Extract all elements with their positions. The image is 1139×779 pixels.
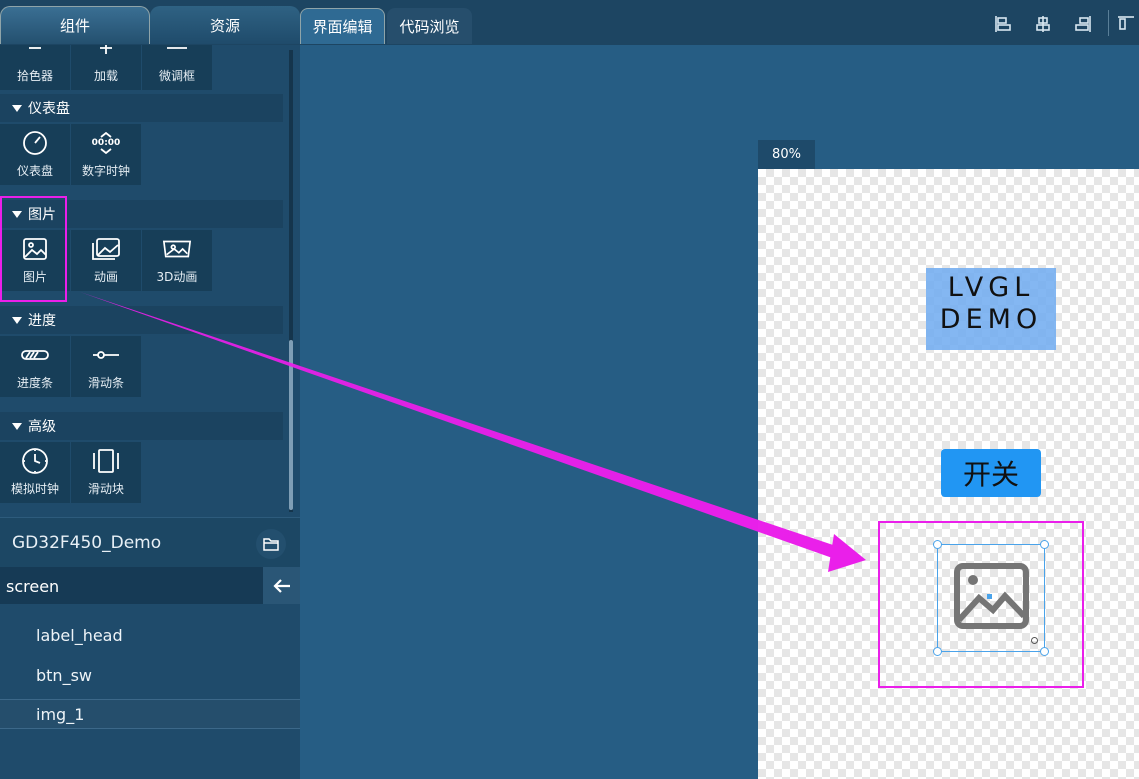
tree-item-btn-sw[interactable]: btn_sw: [0, 660, 300, 690]
canvas-label-head[interactable]: LVGL DEMO: [926, 268, 1056, 350]
align-left-button[interactable]: [989, 10, 1017, 38]
toolbar-divider: [1108, 10, 1109, 36]
widget-eyedropper[interactable]: 拾色器: [0, 45, 70, 90]
align-center-icon: [1036, 16, 1050, 32]
widget-label: 微调框: [158, 69, 195, 83]
widget-analog-clock[interactable]: 模拟时钟: [0, 442, 70, 503]
animation-icon: [91, 236, 121, 262]
widget-animation[interactable]: 动画: [71, 230, 141, 291]
widget-3d-animation[interactable]: 3D动画: [142, 230, 212, 291]
align-left-icon: [995, 16, 1011, 32]
section-progress[interactable]: 进度: [0, 306, 283, 334]
section-advanced[interactable]: 高级: [0, 412, 283, 440]
collapse-triangle-icon: [12, 316, 22, 324]
tree-item-label-head[interactable]: label_head: [0, 620, 300, 650]
palette-scrollbar-thumb[interactable]: [289, 340, 293, 510]
section-title: 高级: [28, 419, 56, 435]
annotation-highlight-palette: [0, 196, 67, 302]
widget-scroll-block[interactable]: 滑动块: [71, 442, 141, 503]
align-right-icon: [1075, 16, 1091, 32]
spinbox-icon: [162, 45, 192, 61]
align-top-icon: [1118, 16, 1134, 30]
open-folder-button[interactable]: [256, 529, 286, 559]
canvas-button-switch[interactable]: 开关: [941, 449, 1041, 497]
widget-label: 3D动画: [156, 270, 198, 284]
digital-clock-icon: 00:00: [91, 130, 121, 156]
annotation-highlight-canvas: [878, 521, 1084, 688]
widget-label: 加载: [93, 69, 118, 83]
widget-label: 动画: [93, 270, 118, 284]
widget-label: 数字时钟: [81, 164, 130, 178]
widget-label: 仪表盘: [16, 164, 53, 178]
widget-progress-bar[interactable]: 进度条: [0, 336, 70, 397]
align-center-button[interactable]: [1029, 10, 1057, 38]
slider-icon: [91, 342, 121, 368]
project-name: GD32F450_Demo: [12, 533, 162, 553]
editor-topbar: 界面编辑 代码浏览: [300, 0, 1139, 45]
screen-bar: screen: [0, 567, 300, 604]
widget-loading[interactable]: 加载: [71, 45, 141, 90]
tree-item-img-1[interactable]: img_1: [0, 699, 300, 729]
tab-code-view[interactable]: 代码浏览: [387, 8, 472, 44]
widget-label: 进度条: [16, 376, 53, 390]
3d-animation-icon: [162, 236, 192, 262]
label-line-2: DEMO: [939, 304, 1043, 335]
widget-slider[interactable]: 滑动条: [71, 336, 141, 397]
scroll-block-icon: [91, 448, 121, 474]
tab-components[interactable]: 组件: [0, 6, 150, 44]
gauge-icon: [20, 130, 50, 156]
folder-icon: [263, 538, 279, 551]
section-title: 仪表盘: [28, 101, 70, 117]
progress-bar-icon: [20, 342, 50, 368]
tree-root-screen[interactable]: screen: [6, 577, 59, 596]
widget-spinbox[interactable]: 微调框: [142, 45, 212, 90]
widget-digital-clock[interactable]: 00:00 数字时钟: [71, 124, 141, 185]
tab-resources[interactable]: 资源: [150, 6, 300, 44]
label-line-1: LVGL: [947, 272, 1035, 303]
left-panel: 组件 资源 拾色器 加载 微调框 仪表盘 仪表盘 00:00 数字时钟 图片 图…: [0, 0, 300, 779]
align-right-button[interactable]: [1069, 10, 1097, 38]
clock-text: 00:00: [91, 138, 121, 148]
back-arrow-icon: [272, 578, 290, 593]
analog-clock-icon: [20, 448, 50, 474]
section-gauge[interactable]: 仪表盘: [0, 94, 283, 122]
back-button[interactable]: [263, 567, 300, 604]
widget-label: 滑动条: [87, 376, 124, 390]
collapse-triangle-icon: [12, 422, 22, 430]
zoom-level[interactable]: 80%: [758, 140, 815, 169]
project-bar: GD32F450_Demo: [0, 517, 300, 567]
widget-label: 滑动块: [87, 482, 124, 496]
section-title: 进度: [28, 313, 56, 329]
panel-tabs: 组件 资源: [0, 0, 300, 45]
align-top-button[interactable]: [1112, 10, 1139, 38]
loading-icon: [91, 45, 121, 61]
tab-ui-edit[interactable]: 界面编辑: [300, 8, 385, 44]
eyedropper-icon: [20, 45, 50, 61]
widget-gauge[interactable]: 仪表盘: [0, 124, 70, 185]
widget-label: 模拟时钟: [10, 482, 59, 496]
widget-label: 拾色器: [16, 69, 53, 83]
collapse-triangle-icon: [12, 104, 22, 112]
